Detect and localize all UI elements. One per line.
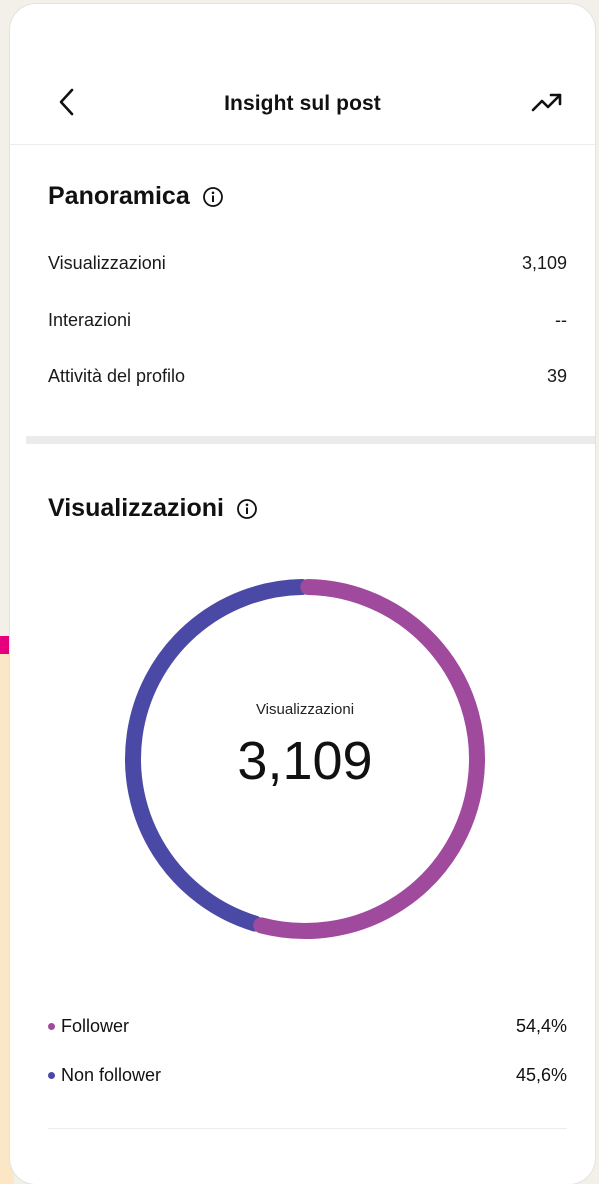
legend-value: 45,6% <box>515 1064 567 1085</box>
row-value: -- <box>555 309 567 330</box>
top-bar: Insight sul post <box>10 72 595 132</box>
legend-label: Non follower <box>61 1064 162 1085</box>
donut-center-value: 3,109 <box>237 731 372 791</box>
legend-dot-follower <box>48 1022 55 1030</box>
bottom-divider <box>48 1128 567 1129</box>
row-label: Interazioni <box>48 309 132 330</box>
legend-dot-non-follower <box>48 1071 55 1079</box>
donut-center-label: Visualizzazioni <box>256 701 354 718</box>
legend-follower: Follower 54,4% <box>48 1011 567 1041</box>
views-title: Visualizzazioni <box>48 494 258 523</box>
legend-value: 54,4% <box>515 1015 567 1036</box>
info-icon[interactable] <box>202 186 224 208</box>
app-screen: Insight sul post Panoramica Visualizzazi… <box>10 4 595 1184</box>
overview-row-views[interactable]: Visualizzazioni 3,109 <box>48 248 567 278</box>
background-marker <box>0 636 10 654</box>
trending-up-icon <box>531 93 562 112</box>
info-icon[interactable] <box>236 498 258 520</box>
legend-non-follower: Non follower 45,6% <box>48 1060 567 1090</box>
header-divider <box>10 144 595 145</box>
views-title-text: Visualizzazioni <box>48 494 224 522</box>
row-label: Attività del profilo <box>48 365 186 386</box>
overview-title-text: Panoramica <box>48 182 190 210</box>
row-value: 39 <box>546 365 567 386</box>
section-divider <box>26 436 595 444</box>
row-label: Visualizzazioni <box>48 252 166 273</box>
overview-row-profile-activity[interactable]: Attività del profilo 39 <box>48 361 567 391</box>
views-donut-chart: Visualizzazioni 3,109 <box>125 579 485 939</box>
overview-title: Panoramica <box>48 182 224 211</box>
overview-row-interactions[interactable]: Interazioni -- <box>48 305 567 335</box>
page-title: Insight sul post <box>224 92 381 115</box>
legend-label: Follower <box>61 1015 130 1036</box>
row-value: 3,109 <box>521 252 567 273</box>
trend-button[interactable] <box>527 82 567 122</box>
